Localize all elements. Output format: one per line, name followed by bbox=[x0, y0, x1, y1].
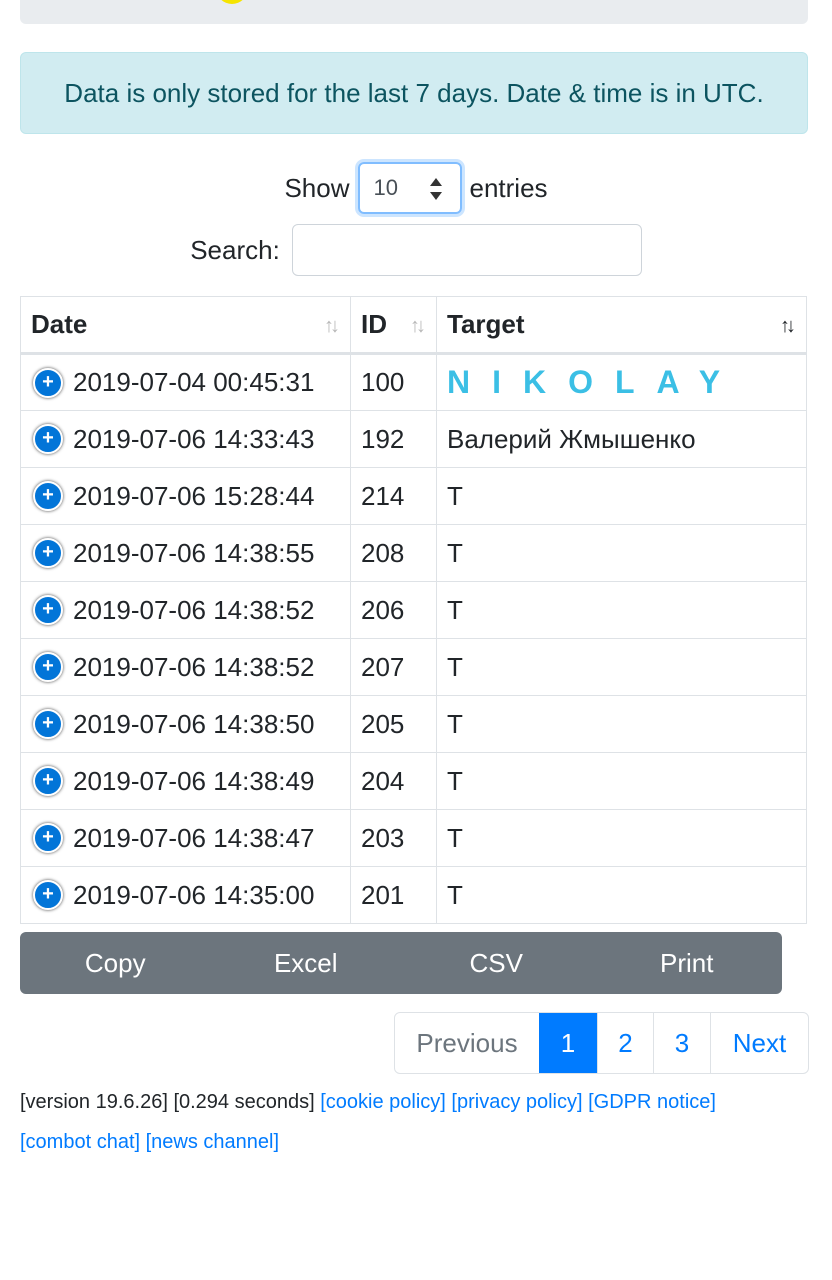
search-control: Search: bbox=[0, 224, 832, 276]
id-cell: 100 bbox=[350, 353, 437, 411]
select-arrows-icon bbox=[429, 178, 442, 200]
gdpr-notice-link[interactable]: [GDPR notice] bbox=[588, 1091, 716, 1113]
show-label: Show bbox=[284, 172, 350, 203]
plus-circle-icon[interactable]: + bbox=[33, 595, 63, 625]
combot-chat-link[interactable]: [combot chat] bbox=[20, 1131, 140, 1153]
target-cell: NIKOLAY bbox=[436, 353, 807, 411]
table-row: +2019-07-06 14:38:49 204 T bbox=[20, 752, 807, 810]
timing-text: [0.294 seconds] bbox=[173, 1091, 315, 1113]
print-button[interactable]: Print bbox=[592, 932, 783, 994]
nikolay-logo: NIKOLAY bbox=[447, 364, 743, 400]
sort-arrows-icon: ↑↓ bbox=[324, 315, 340, 337]
page-1-button[interactable]: 1 bbox=[539, 1013, 597, 1073]
date-cell: +2019-07-06 14:38:52 bbox=[20, 581, 351, 639]
search-input[interactable] bbox=[291, 224, 642, 276]
table-row: +2019-07-06 14:38:52 206 T bbox=[20, 581, 807, 639]
plus-circle-icon[interactable]: + bbox=[33, 652, 63, 682]
table-row: +2019-07-06 14:38:47 203 T bbox=[20, 809, 807, 867]
id-cell: 206 bbox=[350, 581, 437, 639]
column-header-id[interactable]: ID ↑↓ bbox=[350, 296, 437, 355]
target-cell: T bbox=[436, 866, 807, 924]
sort-descending-icon: ↑↓ bbox=[780, 315, 796, 337]
export-buttons: Copy Excel CSV Print bbox=[20, 932, 782, 994]
id-cell: 214 bbox=[350, 467, 437, 525]
id-cell: 205 bbox=[350, 695, 437, 753]
previous-page-button[interactable]: Previous bbox=[395, 1013, 539, 1073]
plus-circle-icon[interactable]: + bbox=[33, 823, 63, 853]
length-control: Show 10 entries bbox=[0, 162, 832, 214]
plus-circle-icon[interactable]: + bbox=[33, 424, 63, 454]
date-cell: +2019-07-06 14:38:47 bbox=[20, 809, 351, 867]
sort-arrows-icon: ↑↓ bbox=[410, 315, 426, 337]
id-cell: 204 bbox=[350, 752, 437, 810]
target-cell: T bbox=[436, 809, 807, 867]
csv-button[interactable]: CSV bbox=[401, 932, 592, 994]
entries-select-value: 10 bbox=[373, 175, 398, 200]
date-cell: +2019-07-06 14:33:43 bbox=[20, 410, 351, 468]
plus-circle-icon[interactable]: + bbox=[33, 367, 63, 398]
id-cell: 192 bbox=[350, 410, 437, 468]
table-row: +2019-07-06 14:38:50 205 T bbox=[20, 695, 807, 753]
copy-button[interactable]: Copy bbox=[20, 932, 211, 994]
info-notice-text: Data is only stored for the last 7 days.… bbox=[64, 77, 764, 108]
cookie-policy-link[interactable]: [cookie policy] bbox=[320, 1091, 446, 1113]
column-header-date[interactable]: Date ↑↓ bbox=[20, 296, 351, 355]
column-header-target[interactable]: Target ↑↓ bbox=[436, 296, 807, 355]
plus-circle-icon[interactable]: + bbox=[33, 766, 63, 796]
table-row: +2019-07-06 14:38:55 208 T bbox=[20, 524, 807, 582]
excel-button[interactable]: Excel bbox=[211, 932, 402, 994]
plus-circle-icon[interactable]: + bbox=[33, 481, 63, 511]
privacy-policy-link[interactable]: [privacy policy] bbox=[451, 1091, 582, 1113]
date-cell: +2019-07-06 14:38:49 bbox=[20, 752, 351, 810]
plus-circle-icon[interactable]: + bbox=[33, 538, 63, 568]
target-cell: T bbox=[436, 752, 807, 810]
target-cell: T bbox=[436, 695, 807, 753]
id-cell: 208 bbox=[350, 524, 437, 582]
target-cell: T bbox=[436, 638, 807, 696]
date-cell: +2019-07-06 14:35:00 bbox=[20, 866, 351, 924]
id-cell: 203 bbox=[350, 809, 437, 867]
table-row: +2019-07-06 15:28:44 214 T bbox=[20, 467, 807, 525]
id-cell: 207 bbox=[350, 638, 437, 696]
date-cell: +2019-07-06 14:38:55 bbox=[20, 524, 351, 582]
date-cell: +2019-07-06 14:38:52 bbox=[20, 638, 351, 696]
plus-circle-icon[interactable]: + bbox=[33, 880, 63, 910]
date-cell: +2019-07-06 14:38:50 bbox=[20, 695, 351, 753]
version-text: [version 19.6.26] bbox=[20, 1091, 168, 1113]
next-page-button[interactable]: Next bbox=[710, 1013, 808, 1073]
news-channel-link[interactable]: [news channel] bbox=[146, 1131, 279, 1153]
table-row: +2019-07-06 14:35:00 201 T bbox=[20, 866, 807, 924]
search-label: Search: bbox=[190, 234, 280, 265]
pagination: Previous 1 2 3 Next bbox=[394, 1012, 809, 1074]
page-3-button[interactable]: 3 bbox=[653, 1013, 710, 1073]
table-header-row: Date ↑↓ ID ↑↓ Target ↑↓ bbox=[20, 296, 807, 355]
target-cell: Валерий Жмышенко bbox=[436, 410, 807, 468]
id-cell: 201 bbox=[350, 866, 437, 924]
data-table: Date ↑↓ ID ↑↓ Target ↑↓ +2019-07-04 00:4… bbox=[20, 296, 807, 924]
target-cell: T bbox=[436, 581, 807, 639]
info-notice: Data is only stored for the last 7 days.… bbox=[20, 52, 808, 134]
entries-select[interactable]: 10 bbox=[357, 162, 462, 214]
table-row: +2019-07-06 14:38:52 207 T bbox=[20, 638, 807, 696]
footer: [version 19.6.26] [0.294 seconds] [cooki… bbox=[20, 1082, 810, 1162]
table-row: +2019-07-06 14:33:43 192 Валерий Жмышенк… bbox=[20, 410, 807, 468]
table-row: +2019-07-04 00:45:31 100 NIKOLAY bbox=[20, 353, 807, 411]
plus-circle-icon[interactable]: + bbox=[33, 709, 63, 739]
date-cell: +2019-07-04 00:45:31 bbox=[20, 353, 351, 411]
page-2-button[interactable]: 2 bbox=[597, 1013, 653, 1073]
entries-label: entries bbox=[469, 172, 548, 203]
target-cell: T bbox=[436, 467, 807, 525]
top-card bbox=[20, 0, 808, 24]
target-cell: T bbox=[436, 524, 807, 582]
date-cell: +2019-07-06 15:28:44 bbox=[20, 467, 351, 525]
